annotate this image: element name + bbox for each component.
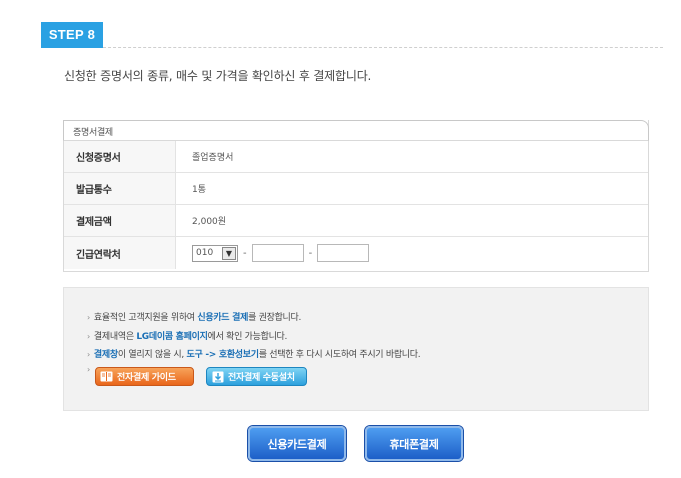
payment-table: 증명서결제 신청증명서 졸업증명서 발급통수 1통 결제금액 2,000원 긴급… (63, 120, 649, 272)
row-value: 졸업증명서 (192, 153, 234, 163)
notice-text: 를 선택한 후 다시 시도하여 주시기 바랍니다. (258, 350, 421, 360)
payment-guide-label: 전자결제 가이드 (117, 373, 176, 383)
notice-item: › 효율적인 고객지원을 위하여 신용카드 결제를 권장합니다. (87, 310, 301, 323)
phone-prefix-value: 010 (196, 248, 214, 258)
dash-separator: - (308, 247, 313, 259)
row-label: 결제금액 (64, 205, 176, 236)
bullet-icon: › (87, 313, 90, 322)
notice-item: › 결제내역은 LG데이콤 홈페이지에서 확인 가능합니다. (87, 329, 287, 342)
notice-text: 를 권장합니다. (248, 313, 302, 323)
chevron-down-icon: ▼ (222, 246, 236, 260)
notice-item: › 결제창이 열리지 않을 시, 도구 -> 호환성보기를 선택한 후 다시 시도… (87, 347, 421, 360)
row-label: 긴급연락처 (64, 237, 176, 269)
table-row: 결제금액 2,000원 (64, 205, 648, 237)
notice-highlight: 도구 -> 호환성보기 (186, 350, 260, 360)
table-row: 긴급연락처 010 ▼ - - (64, 237, 648, 269)
table-row: 신청증명서 졸업증명서 (64, 141, 648, 173)
notice-highlight: LG데이콤 홈페이지 (136, 332, 208, 342)
dash-separator: - (243, 247, 247, 259)
row-label: 신청증명서 (64, 141, 176, 172)
payment-table-title: 증명서결제 (73, 128, 113, 138)
instruction-text: 신청한 증명서의 종류, 매수 및 가격을 확인하신 후 결제합니다. (64, 69, 372, 83)
divider (103, 47, 663, 48)
download-icon (211, 371, 224, 383)
payment-guide-button[interactable]: 전자결제 가이드 (95, 367, 194, 386)
notice-text: 결제내역은 (93, 332, 137, 342)
book-icon (100, 371, 113, 383)
row-value: 2,000원 (192, 217, 227, 227)
table-row: 발급통수 1통 (64, 173, 648, 205)
manual-install-button[interactable]: 전자결제 수동설치 (206, 367, 307, 386)
notice-text: 이 열리지 않을 시, (117, 350, 187, 360)
mobile-payment-button[interactable]: 휴대폰결제 (365, 426, 463, 461)
manual-install-label: 전자결제 수동설치 (228, 373, 295, 383)
row-value: 1통 (192, 185, 207, 195)
phone-prefix-select[interactable]: 010 ▼ (192, 244, 238, 262)
notice-highlight: 신용카드 결제 (197, 313, 249, 323)
step-header: STEP 8 (41, 22, 663, 50)
notice-text: 효율적인 고객지원을 위하여 (93, 313, 198, 323)
notice-text: 에서 확인 가능합니다. (207, 332, 288, 342)
bullet-icon: › (87, 365, 90, 374)
notice-item: › (87, 365, 94, 375)
step-badge: STEP 8 (41, 22, 103, 48)
row-label: 발급통수 (64, 173, 176, 204)
payment-table-header: 증명서결제 (63, 120, 649, 141)
phone-fields: 010 ▼ - - (176, 244, 370, 262)
phone-middle-input[interactable] (251, 244, 304, 262)
phone-last-input[interactable] (317, 244, 370, 262)
credit-card-payment-button[interactable]: 신용카드결제 (248, 426, 346, 461)
bullet-icon: › (87, 332, 90, 341)
notice-highlight: 결제창 (93, 350, 118, 360)
bullet-icon: › (87, 350, 90, 359)
